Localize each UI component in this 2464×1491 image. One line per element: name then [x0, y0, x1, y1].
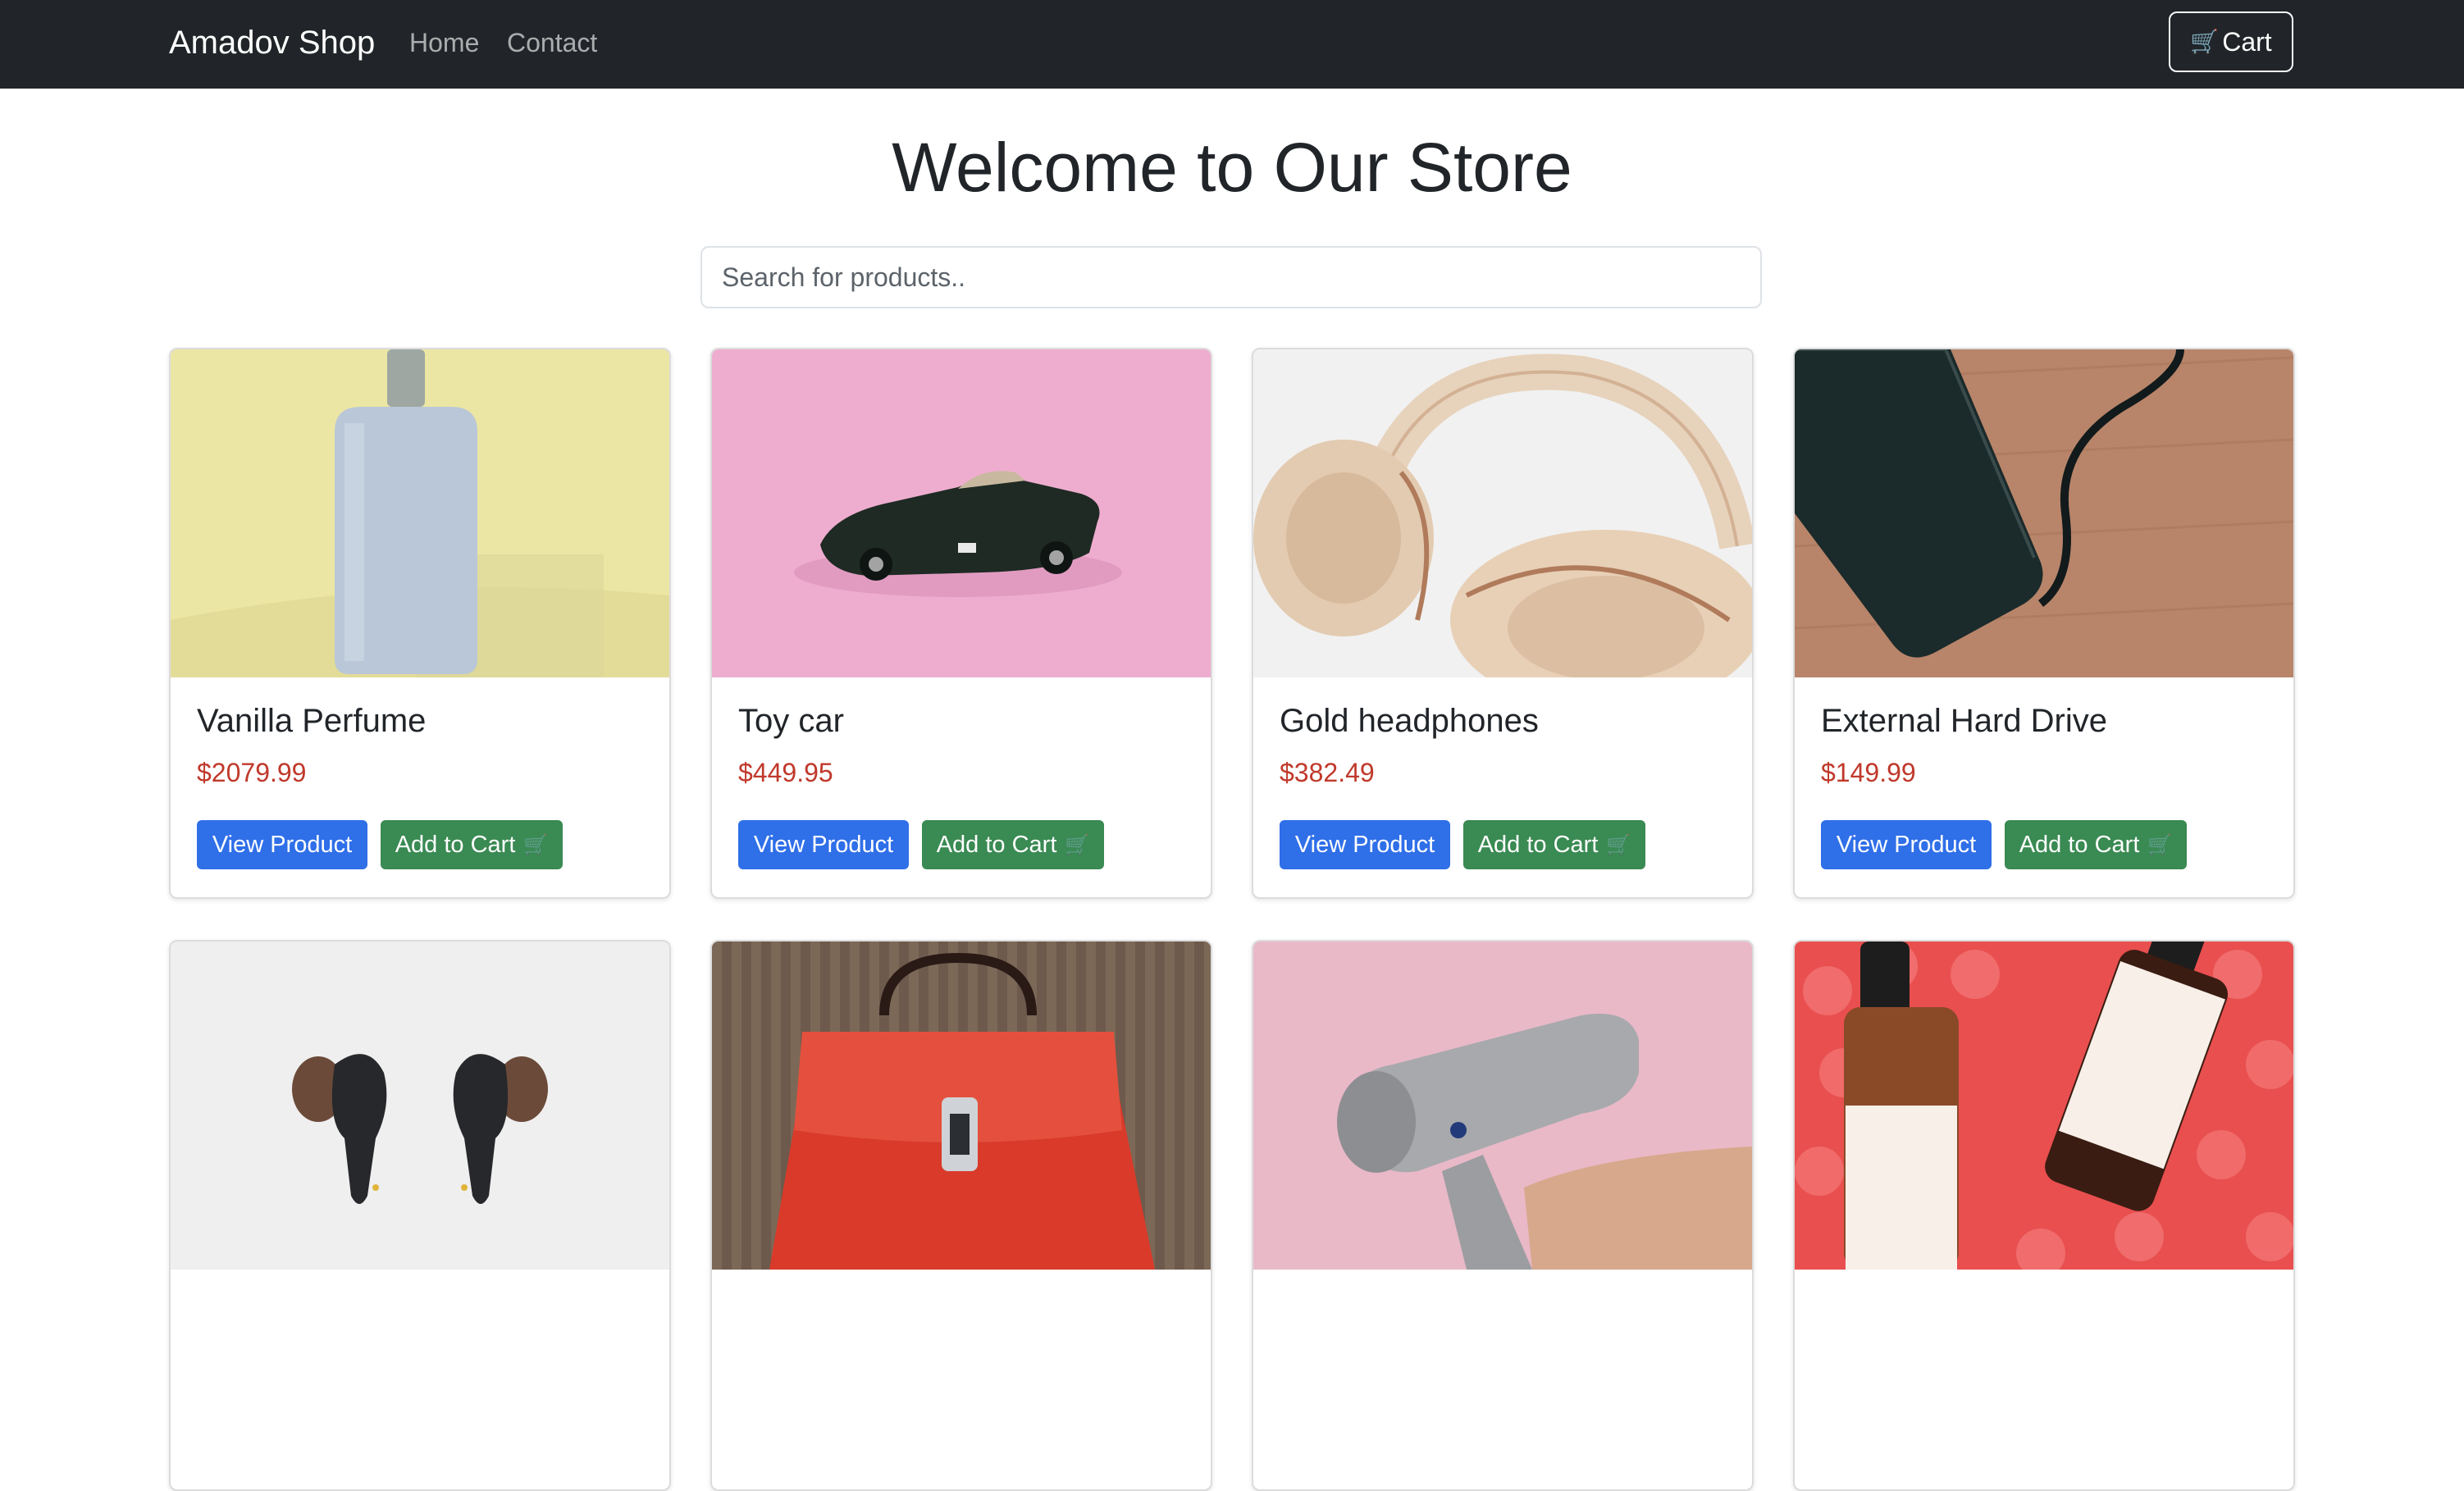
product-image-toy-car[interactable] [712, 349, 1211, 677]
product-card: Gold headphones $382.49 View Product Add… [1252, 348, 1754, 899]
product-title: Toy car [738, 703, 844, 739]
nav-link-home[interactable]: Home [409, 26, 479, 59]
cart-icon: 🛒 [2190, 29, 2220, 54]
product-card [1793, 940, 2295, 1491]
add-to-cart-button[interactable]: Add to Cart 🛒 [1463, 820, 1645, 869]
view-product-button[interactable]: View Product [1821, 820, 1992, 869]
product-image-serum[interactable] [1795, 942, 2293, 1270]
add-to-cart-button[interactable]: Add to Cart 🛒 [922, 820, 1104, 869]
product-card: External Hard Drive $149.99 View Product… [1793, 348, 2295, 899]
product-price: $149.99 [1821, 758, 1916, 787]
product-image-handbag[interactable] [712, 942, 1211, 1270]
nav-link-contact[interactable]: Contact [507, 26, 597, 59]
product-image-perfume[interactable] [171, 349, 669, 677]
add-to-cart-button[interactable]: Add to Cart 🛒 [2005, 820, 2187, 869]
product-price: $2079.99 [197, 758, 307, 787]
product-price: $449.95 [738, 758, 833, 787]
product-title: External Hard Drive [1821, 703, 2108, 739]
page-title: Welcome to Our Store [892, 129, 1572, 206]
add-to-cart-button[interactable]: Add to Cart 🛒 [381, 820, 563, 869]
product-card: Toy car $449.95 View Product Add to Cart… [710, 348, 1212, 899]
view-product-button[interactable]: View Product [1280, 820, 1450, 869]
product-price: $382.49 [1280, 758, 1375, 787]
brand-link[interactable]: Amadov Shop [169, 23, 375, 62]
cart-icon: 🛒 [1065, 833, 1090, 856]
product-card [169, 940, 671, 1491]
product-card: Vanilla Perfume $2079.99 View Product Ad… [169, 348, 671, 899]
cart-icon: 🛒 [1606, 833, 1631, 856]
cart-icon: 🛒 [2147, 833, 2173, 856]
product-image-hard-drive[interactable] [1795, 349, 2293, 677]
product-title: Gold headphones [1280, 703, 1539, 739]
cart-button[interactable]: 🛒 Cart [2169, 11, 2293, 72]
view-product-button[interactable]: View Product [197, 820, 367, 869]
view-product-button[interactable]: View Product [738, 820, 909, 869]
search-input[interactable] [700, 246, 1762, 308]
product-title: Vanilla Perfume [197, 703, 427, 739]
product-image-earbuds[interactable] [171, 942, 669, 1270]
product-card [710, 940, 1212, 1491]
add-to-cart-label: Add to Cart [2019, 831, 2140, 858]
add-to-cart-label: Add to Cart [936, 831, 1057, 858]
add-to-cart-label: Add to Cart [395, 831, 516, 858]
product-card [1252, 940, 1754, 1491]
navbar: Amadov Shop Home Contact 🛒 Cart [0, 0, 2464, 89]
product-image-headphones[interactable] [1253, 349, 1752, 677]
product-image-hair-dryer[interactable] [1253, 942, 1752, 1270]
add-to-cart-label: Add to Cart [1477, 831, 1599, 858]
cart-label: Cart [2222, 26, 2272, 57]
cart-icon: 🛒 [523, 833, 549, 856]
